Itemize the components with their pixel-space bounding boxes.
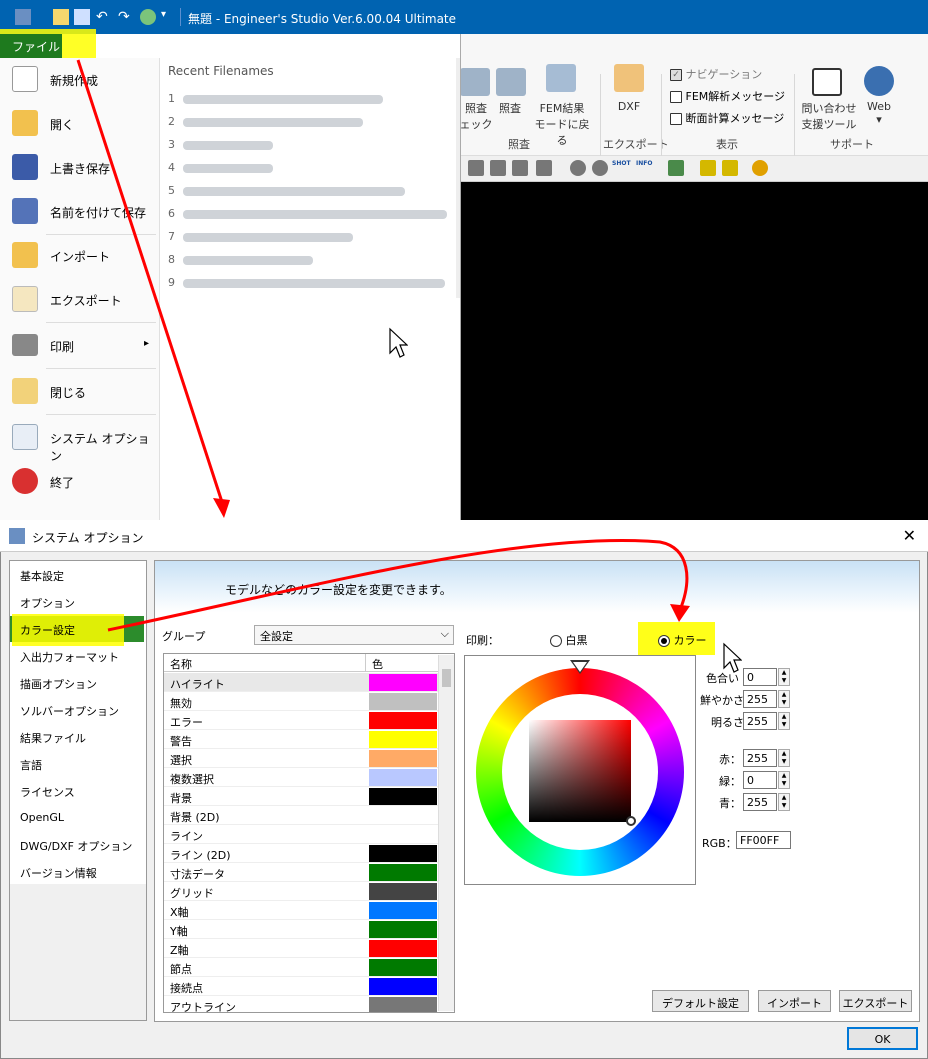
annotation-arrow-2: [107, 538, 689, 632]
annotation-arrowhead-2: [670, 604, 690, 622]
annotation-arrow-1: [76, 59, 224, 503]
annotation-arrows: [76, 59, 690, 632]
annotation-arrowhead-1: [213, 498, 230, 518]
